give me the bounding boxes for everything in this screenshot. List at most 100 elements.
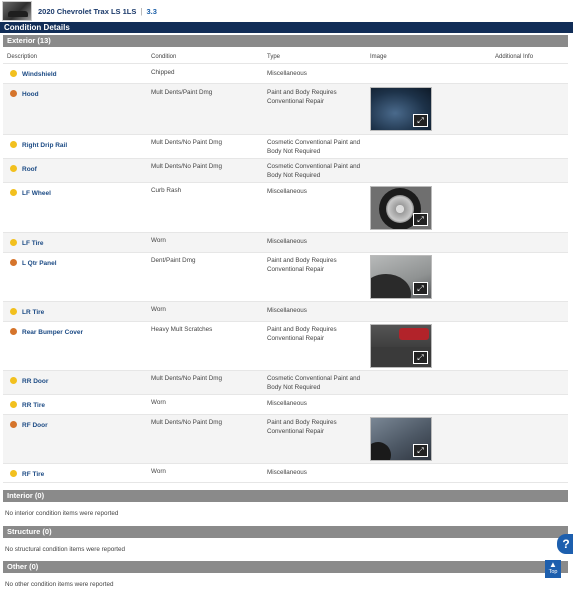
item-type: Cosmetic Conventional Paint and Body Not… [267, 139, 361, 155]
title-separator: | [140, 6, 143, 16]
table-row: LF Tire Worn Miscellaneous [3, 232, 568, 252]
severity-dot [10, 328, 17, 335]
item-condition: Chipped [151, 69, 175, 76]
item-description[interactable]: Hood [22, 91, 39, 98]
zoom-icon[interactable]: ⤢ [413, 444, 428, 457]
zoom-icon[interactable]: ⤢ [413, 114, 428, 127]
item-type: Paint and Body Requires Conventional Rep… [267, 89, 337, 105]
col-condition: Condition [151, 54, 177, 60]
item-condition: Worn [151, 399, 166, 406]
table-row: Roof Mult Dents/No Paint Dmg Cosmetic Co… [3, 158, 568, 182]
severity-dot [10, 401, 17, 408]
table-row: Rear Bumper Cover Heavy Mult Scratches P… [3, 321, 568, 370]
item-description[interactable]: Right Drip Rail [22, 142, 67, 149]
table-header: Description Condition Type Image Additio… [3, 51, 568, 63]
severity-dot [10, 470, 17, 477]
severity-dot [10, 90, 17, 97]
chevron-up-icon: ▲ [549, 560, 557, 569]
col-description: Description [7, 54, 38, 60]
item-description[interactable]: RF Tire [22, 471, 44, 478]
item-condition: Mult Dents/No Paint Dmg [151, 139, 223, 146]
back-to-top-button[interactable]: ▲ Top [545, 560, 561, 578]
wheel-shape [371, 442, 391, 460]
taillight-shape [399, 328, 429, 340]
table-row: LF Wheel Curb Rash Miscellaneous ⤢ [3, 182, 568, 232]
severity-dot [10, 189, 17, 196]
item-type: Miscellaneous [267, 469, 307, 476]
col-additional-info: Additional Info [495, 54, 534, 60]
item-condition: Mult Dents/No Paint Dmg [151, 163, 223, 170]
item-type: Cosmetic Conventional Paint and Body Not… [267, 375, 361, 391]
help-button[interactable]: ? [557, 534, 573, 554]
item-type: Miscellaneous [267, 400, 307, 407]
item-condition: Worn [151, 306, 166, 313]
vehicle-header: 2020 Chevrolet Trax LS 1LS | 3.3 [0, 0, 573, 22]
table-row: L Qtr Panel Dent/Paint Dmg Paint and Bod… [3, 252, 568, 301]
item-description[interactable]: RR Door [22, 378, 48, 385]
damage-photo[interactable]: ⤢ [370, 324, 432, 368]
severity-dot [10, 421, 17, 428]
item-description[interactable]: LR Tire [22, 309, 44, 316]
item-type: Miscellaneous [267, 70, 307, 77]
item-description[interactable]: L Qtr Panel [22, 260, 57, 267]
item-type: Miscellaneous [267, 238, 307, 245]
condition-grade[interactable]: 3.3 [146, 7, 156, 16]
item-type: Paint and Body Requires Conventional Rep… [267, 419, 337, 435]
interior-empty-note: No interior condition items were reporte… [5, 510, 119, 517]
severity-dot [10, 308, 17, 315]
severity-dot [10, 239, 17, 246]
item-condition: Worn [151, 468, 166, 475]
wheel-arch-shape [371, 274, 411, 298]
zoom-icon[interactable]: ⤢ [413, 282, 428, 295]
item-description[interactable]: RF Door [22, 422, 48, 429]
severity-dot [10, 70, 17, 77]
item-condition: Curb Rash [151, 187, 182, 194]
table-row: Windshield Chipped Miscellaneous [3, 63, 568, 83]
item-description[interactable]: LF Tire [22, 240, 44, 247]
severity-dot [10, 165, 17, 172]
item-condition: Mult Dents/Paint Dmg [151, 89, 213, 96]
item-condition: Mult Dents/No Paint Dmg [151, 419, 223, 426]
damage-photo[interactable]: ⤢ [370, 186, 432, 230]
item-condition: Worn [151, 237, 166, 244]
item-description[interactable]: Windshield [22, 71, 57, 78]
other-empty-note: No other condition items were reported [5, 581, 114, 588]
top-label: Top [548, 569, 558, 575]
table-row: LR Tire Worn Miscellaneous [3, 301, 568, 321]
table-row: Right Drip Rail Mult Dents/No Paint Dmg … [3, 134, 568, 158]
vehicle-thumbnail[interactable] [2, 1, 32, 21]
item-description[interactable]: Roof [22, 166, 37, 173]
damage-photo[interactable]: ⤢ [370, 87, 432, 131]
section-interior-header[interactable]: Interior (0) [3, 490, 568, 502]
table-row: RF Door Mult Dents/No Paint Dmg Paint an… [3, 414, 568, 463]
table-row: Hood Mult Dents/Paint Dmg Paint and Body… [3, 83, 568, 134]
item-type: Miscellaneous [267, 188, 307, 195]
table-row: RR Door Mult Dents/No Paint Dmg Cosmetic… [3, 370, 568, 394]
table-row: RF Tire Worn Miscellaneous [3, 463, 568, 483]
page-title: Condition Details [0, 22, 573, 33]
rim-shape [386, 195, 414, 223]
damage-photo[interactable]: ⤢ [370, 255, 432, 299]
section-structure-header[interactable]: Structure (0) [3, 526, 568, 538]
item-type: Paint and Body Requires Conventional Rep… [267, 326, 337, 342]
item-condition: Mult Dents/No Paint Dmg [151, 375, 223, 382]
structure-empty-note: No structural condition items were repor… [5, 546, 126, 553]
table-row: RR Tire Worn Miscellaneous [3, 394, 568, 414]
severity-dot [10, 141, 17, 148]
zoom-icon[interactable]: ⤢ [413, 351, 428, 364]
col-type: Type [267, 54, 281, 60]
item-description[interactable]: Rear Bumper Cover [22, 329, 83, 336]
item-type: Paint and Body Requires Conventional Rep… [267, 257, 337, 273]
item-type: Miscellaneous [267, 307, 307, 314]
col-image: Image [370, 54, 387, 60]
item-description[interactable]: RR Tire [22, 402, 45, 409]
damage-photo[interactable]: ⤢ [370, 417, 432, 461]
severity-dot [10, 377, 17, 384]
section-other-header[interactable]: Other (0) [3, 561, 568, 573]
severity-dot [10, 259, 17, 266]
item-condition: Dent/Paint Dmg [151, 257, 196, 264]
item-description[interactable]: LF Wheel [22, 190, 51, 197]
zoom-icon[interactable]: ⤢ [413, 213, 428, 226]
section-exterior-header[interactable]: Exterior (13) [3, 35, 568, 47]
vehicle-title: 2020 Chevrolet Trax LS 1LS [38, 6, 137, 16]
